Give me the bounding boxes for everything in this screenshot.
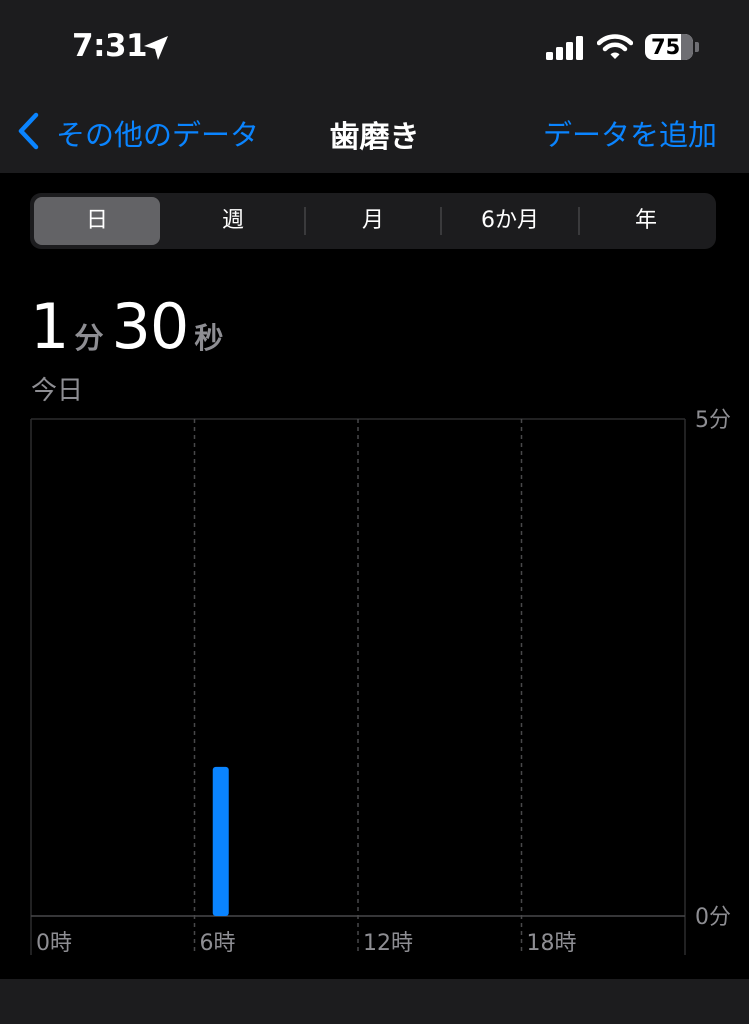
- seconds-value: 30: [111, 290, 189, 363]
- cellular-signal-icon: [546, 36, 583, 60]
- brushing-chart[interactable]: 0時 6時 12時 18時 0分 5分: [0, 400, 749, 970]
- period-segmented-control: 日 週 月 6か月 年: [30, 193, 716, 249]
- status-time: 7:31: [72, 28, 148, 64]
- wifi-icon: [597, 34, 633, 59]
- bottom-bar: [0, 979, 749, 1024]
- x-tick-label: 12時: [363, 931, 413, 956]
- battery-icon: 75: [645, 34, 693, 60]
- location-arrow-icon: [144, 36, 168, 60]
- chevron-left-icon[interactable]: [16, 112, 42, 150]
- minutes-value: 1: [30, 290, 69, 363]
- data-bar: [212, 766, 229, 916]
- duration-summary: 1 分 30 秒: [30, 290, 231, 370]
- add-data-button[interactable]: データを追加: [543, 112, 717, 154]
- segment-month[interactable]: 月: [306, 197, 440, 245]
- header: 7:31 75 その他のデータ 歯磨き データを追加: [0, 0, 749, 173]
- x-tick-label: 6時: [200, 931, 236, 956]
- seconds-unit: 秒: [194, 321, 224, 355]
- segment-week[interactable]: 週: [164, 197, 302, 245]
- battery-tip: [695, 42, 699, 52]
- x-tick-label: 0時: [36, 931, 72, 956]
- minutes-unit: 分: [74, 321, 104, 355]
- segment-year[interactable]: 年: [580, 197, 712, 245]
- segment-day[interactable]: 日: [34, 197, 160, 245]
- back-button[interactable]: その他のデータ: [56, 112, 259, 154]
- y-tick-label: 5分: [695, 408, 731, 433]
- battery-level: 75: [651, 35, 681, 59]
- segment-6-months[interactable]: 6か月: [442, 197, 578, 245]
- x-tick-label: 18時: [527, 931, 577, 956]
- y-tick-label: 0分: [695, 905, 731, 930]
- battery-empty-portion: [681, 34, 693, 60]
